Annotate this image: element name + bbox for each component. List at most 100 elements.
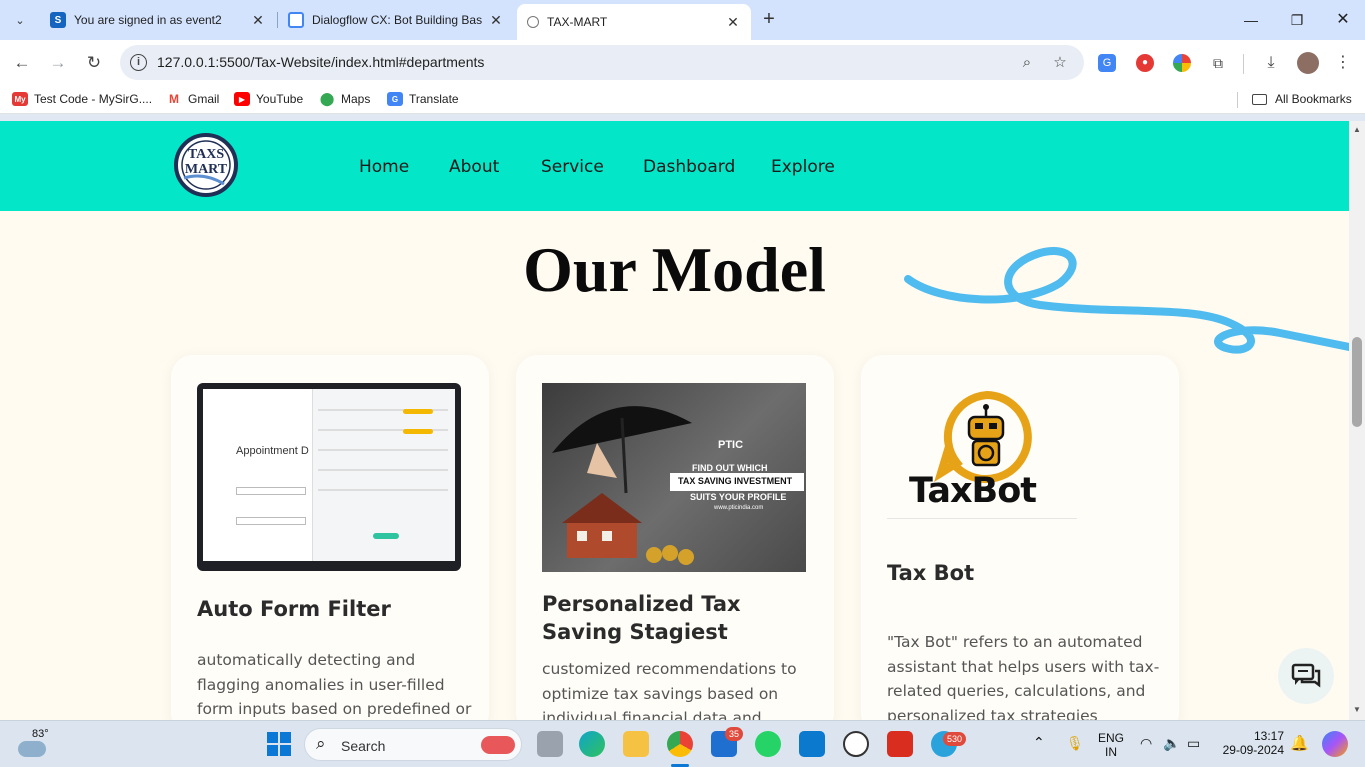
gmail-icon: M bbox=[166, 92, 182, 106]
address-bar[interactable]: i 127.0.0.1:5500/Tax-Website/index.html#… bbox=[120, 45, 1084, 80]
site-info-icon[interactable]: i bbox=[130, 54, 147, 71]
tab-dialogflow[interactable]: Dialogflow CX: Bot Building Bas ✕ bbox=[278, 4, 514, 36]
bookmark-youtube[interactable]: ▶ YouTube bbox=[234, 92, 303, 106]
bookmark-translate[interactable]: G Translate bbox=[387, 92, 459, 106]
minimize-button[interactable]: — bbox=[1239, 8, 1263, 32]
mysirg-icon: My bbox=[12, 92, 28, 106]
card-title: Auto Form Filter bbox=[197, 597, 391, 621]
tab-tax-mart[interactable]: TAX-MART ✕ bbox=[517, 4, 751, 40]
download-icon[interactable]: ⤓ bbox=[1260, 52, 1282, 74]
edge-browser-icon[interactable] bbox=[579, 731, 605, 757]
reload-button[interactable]: ↻ bbox=[82, 51, 106, 75]
nav-home-link[interactable]: Home bbox=[359, 157, 409, 177]
language-indicator[interactable]: ENG IN bbox=[1098, 731, 1124, 759]
store-badge: 35 bbox=[725, 727, 744, 741]
model-card-auto-form-filter: Appointment D Auto Form Filter automatic… bbox=[171, 355, 489, 720]
clock-time: 13:17 bbox=[1253, 729, 1284, 743]
bookmark-star-icon[interactable]: ☆ bbox=[1049, 52, 1071, 74]
acrobat-reader-icon[interactable] bbox=[887, 731, 913, 757]
file-explorer-icon[interactable] bbox=[623, 731, 649, 757]
tab-title: TAX-MART bbox=[547, 15, 608, 29]
bookmark-maps[interactable]: ⬤ Maps bbox=[319, 91, 370, 106]
folder-icon bbox=[1252, 93, 1267, 105]
nav-dashboard-link[interactable]: Dashboard bbox=[643, 157, 735, 177]
lang-line-1: ENG bbox=[1098, 731, 1125, 745]
forward-button[interactable]: → bbox=[46, 51, 70, 75]
search-icon: ⌕ bbox=[316, 734, 326, 753]
vscode-icon[interactable] bbox=[799, 731, 825, 757]
close-icon[interactable]: ✕ bbox=[725, 14, 741, 31]
windows-start-icon[interactable] bbox=[267, 732, 291, 756]
tray-overflow-chevron-icon[interactable]: ⌃ bbox=[1033, 734, 1045, 751]
microphone-icon[interactable]: 🎙 bbox=[1066, 735, 1084, 752]
bookmark-label: Gmail bbox=[188, 92, 220, 106]
close-window-button[interactable]: ✕ bbox=[1331, 8, 1355, 32]
color-extension-icon[interactable] bbox=[1173, 54, 1191, 72]
site-logo[interactable]: TAXS MART bbox=[174, 132, 238, 198]
youtube-icon: ▶ bbox=[234, 92, 250, 106]
clock[interactable]: 13:17 29-09-2024 bbox=[1218, 729, 1284, 757]
lang-line-2: IN bbox=[1105, 745, 1117, 759]
url-text[interactable]: 127.0.0.1:5500/Tax-Website/index.html#de… bbox=[157, 54, 484, 70]
all-bookmarks-button[interactable]: All Bookmarks bbox=[1252, 92, 1352, 106]
page-scrollbar[interactable]: ▲ ▼ bbox=[1349, 121, 1365, 720]
menu-kebab-icon[interactable]: ⋮ bbox=[1332, 52, 1354, 74]
search-highlight-icon bbox=[481, 736, 515, 754]
taskbar-search-box[interactable]: ⌕ Search bbox=[304, 728, 522, 761]
close-icon[interactable]: ✕ bbox=[250, 12, 266, 29]
ptic-logo-text: PTIC bbox=[718, 439, 744, 451]
bookmark-label: Translate bbox=[409, 92, 459, 106]
image-line: TAX SAVING INVESTMENT bbox=[678, 476, 793, 486]
restore-button[interactable]: ❐ bbox=[1285, 8, 1309, 32]
maps-pin-icon: ⬤ bbox=[319, 91, 335, 106]
tab-signed-in[interactable]: S You are signed in as event2 ✕ bbox=[40, 4, 276, 36]
bookmarks-bar: My Test Code - MySirG.... M Gmail ▶ YouT… bbox=[0, 86, 1365, 114]
profile-avatar[interactable] bbox=[1297, 52, 1319, 74]
adblock-extension-icon[interactable]: ● bbox=[1136, 54, 1154, 72]
nav-explore-link[interactable]: Explore bbox=[771, 157, 835, 177]
svg-text:MART: MART bbox=[185, 162, 228, 177]
new-tab-button[interactable]: + bbox=[758, 8, 780, 32]
telegram-badge: 530 bbox=[943, 732, 967, 746]
search-placeholder: Search bbox=[341, 738, 386, 754]
close-icon[interactable]: ✕ bbox=[488, 12, 504, 29]
volume-icon[interactable]: 🔈 bbox=[1163, 735, 1180, 752]
copilot-icon[interactable] bbox=[1322, 731, 1348, 757]
whatsapp-icon[interactable] bbox=[755, 731, 781, 757]
task-view-icon[interactable] bbox=[537, 731, 563, 757]
all-bookmarks-label: All Bookmarks bbox=[1275, 92, 1352, 106]
translate-extension-icon[interactable]: G bbox=[1098, 54, 1116, 72]
card-description: customized recommendations to optimize t… bbox=[542, 660, 797, 720]
decorative-swirl bbox=[904, 247, 1349, 354]
obs-studio-icon[interactable] bbox=[843, 731, 869, 757]
image-line: SUITS YOUR PROFILE bbox=[690, 492, 787, 502]
extensions-puzzle-icon[interactable]: ⧉ bbox=[1207, 52, 1229, 74]
taxbot-logo-text: TaxBot bbox=[909, 471, 1037, 511]
bookmark-gmail[interactable]: M Gmail bbox=[166, 92, 219, 106]
bookmark-label: Test Code - MySirG.... bbox=[34, 92, 153, 106]
scroll-thumb[interactable] bbox=[1352, 337, 1362, 427]
weather-temp: 83° bbox=[32, 728, 49, 740]
battery-icon[interactable]: ▭ bbox=[1187, 735, 1200, 752]
chat-bubbles-icon bbox=[1291, 663, 1321, 688]
tab-title: You are signed in as event2 bbox=[74, 13, 222, 27]
back-button[interactable]: ← bbox=[10, 51, 34, 75]
notification-bell-icon[interactable]: 🔔 bbox=[1290, 734, 1309, 752]
nav-about-link[interactable]: About bbox=[449, 157, 499, 177]
bookmark-test-code[interactable]: My Test Code - MySirG.... bbox=[12, 92, 152, 106]
weather-cloud-icon[interactable] bbox=[18, 741, 46, 757]
card-title: Personalized Tax Saving Stagiest bbox=[542, 592, 741, 644]
site-navbar: TAXS MART Home About Service Dashboard E… bbox=[0, 121, 1349, 211]
zoom-icon[interactable]: ⌕ bbox=[1016, 52, 1038, 74]
chrome-browser-icon[interactable] bbox=[667, 731, 693, 757]
chat-button[interactable] bbox=[1278, 648, 1334, 704]
browser-toolbar: ← → ↻ i 127.0.0.1:5500/Tax-Website/index… bbox=[0, 40, 1365, 86]
scroll-up-arrow[interactable]: ▲ bbox=[1352, 125, 1362, 134]
translate-icon: G bbox=[387, 92, 403, 106]
nav-service-link[interactable]: Service bbox=[541, 157, 604, 177]
tab-search-chevron-icon[interactable]: ⌄ bbox=[8, 8, 32, 32]
wifi-icon[interactable]: ◠ bbox=[1140, 735, 1152, 752]
card-title: Tax Bot bbox=[887, 561, 975, 585]
scroll-down-arrow[interactable]: ▼ bbox=[1352, 705, 1362, 714]
image-line: www.pticindia.com bbox=[714, 505, 764, 511]
